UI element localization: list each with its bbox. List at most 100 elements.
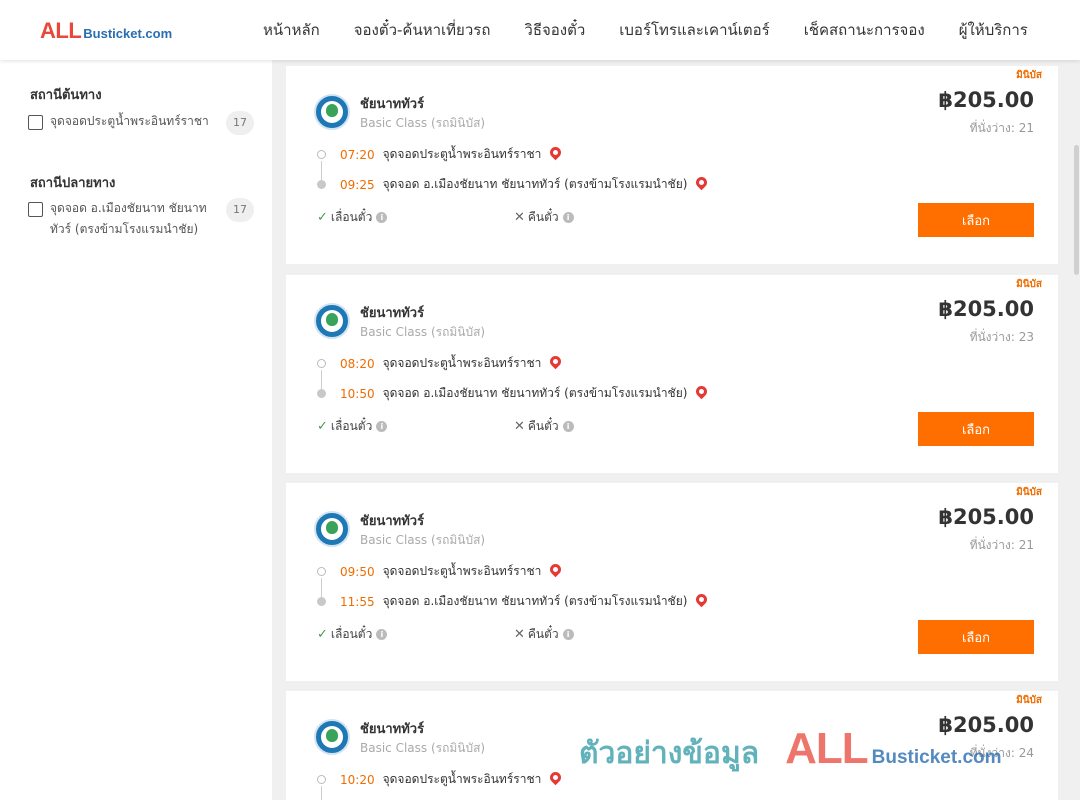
operator-logo-icon — [314, 94, 350, 130]
postpone-label: เลื่อนตั๋ว — [330, 419, 373, 433]
departure-stop: จุดจอดประตูน้ำพระอินทร์ราชา — [382, 147, 542, 161]
bus-class: Basic Class (รถมินิบัส) — [360, 741, 486, 755]
arrival-row: 09:25 จุดจอด อ.เมืองชัยนาท ชัยนาททัวร์ (… — [340, 174, 710, 194]
check-icon: ✓ — [317, 419, 328, 434]
destination-checkbox[interactable] — [28, 202, 43, 217]
logo-domain-text: Busticket.com — [83, 26, 173, 41]
refund-label: คืนตั๋ว — [527, 627, 559, 641]
trip-card: มินิบัส ชัยนาททัวร์ Basic Class (รถมินิบ… — [286, 483, 1058, 681]
refund-feature: ✕ คืนตั๋ว i — [514, 208, 574, 227]
scrollbar-thumb[interactable] — [1074, 145, 1079, 275]
refund-label: คืนตั๋ว — [527, 419, 559, 433]
map-pin-icon[interactable] — [694, 591, 710, 608]
nav-contact-counters[interactable]: เบอร์โทรและเคาน์เตอร์ — [602, 18, 786, 42]
seats-available: ที่นั่งว่าง: 21 — [969, 121, 1034, 135]
origin-filter-option[interactable]: จุดจอดประตูน้ำพระอินทร์ราชา 17 — [28, 111, 254, 135]
info-icon[interactable]: i — [376, 212, 388, 223]
departure-time: 07:20 — [340, 147, 375, 162]
departure-stop: จุดจอดประตูน้ำพระอินทร์ราชา — [382, 356, 542, 370]
arrival-time: 09:25 — [340, 177, 375, 192]
trip-price: ฿205.00 — [938, 505, 1034, 529]
cross-icon: ✕ — [514, 210, 525, 225]
arrival-dot-icon — [317, 389, 326, 398]
departure-dot-icon — [317, 150, 326, 159]
map-pin-icon[interactable] — [548, 353, 564, 370]
route-line — [321, 786, 322, 800]
operator-logo-icon — [314, 719, 350, 755]
nav-how-to-book[interactable]: วิธีจองตั๋ว — [507, 18, 602, 42]
map-pin-icon[interactable] — [548, 144, 564, 161]
info-icon[interactable]: i — [562, 212, 574, 223]
bus-class: Basic Class (รถมินิบัส) — [360, 533, 486, 547]
trip-card: มินิบัส ชัยนาททัวร์ Basic Class (รถมินิบ… — [286, 275, 1058, 473]
bus-class: Basic Class (รถมินิบัส) — [360, 325, 486, 339]
info-icon[interactable]: i — [562, 629, 574, 640]
destination-filter-title: สถานีปลายทาง — [30, 176, 116, 191]
nav-home[interactable]: หน้าหลัก — [246, 18, 337, 42]
minibus-tag: มินิบัส — [1016, 487, 1042, 498]
check-icon: ✓ — [317, 627, 328, 642]
filter-sidebar: สถานีต้นทาง จุดจอดประตูน้ำพระอินทร์ราชา … — [0, 60, 272, 800]
operator-logo-icon — [314, 303, 350, 339]
postpone-feature: ✓ เลื่อนตั๋ว i — [317, 625, 388, 644]
select-trip-button[interactable]: เลือก — [918, 412, 1034, 446]
map-pin-icon[interactable] — [548, 561, 564, 578]
arrival-time: 11:55 — [340, 594, 375, 609]
check-icon: ✓ — [317, 210, 328, 225]
site-logo[interactable]: ALL Busticket.com — [40, 18, 172, 44]
departure-time: 10:20 — [340, 772, 375, 787]
arrival-row: 11:55 จุดจอด อ.เมืองชัยนาท ชัยนาททัวร์ (… — [340, 591, 710, 611]
departure-dot-icon — [317, 567, 326, 576]
departure-stop: จุดจอดประตูน้ำพระอินทร์ราชา — [382, 564, 542, 578]
arrival-stop: จุดจอด อ.เมืองชัยนาท ชัยนาททัวร์ (ตรงข้า… — [382, 177, 688, 191]
postpone-feature: ✓ เลื่อนตั๋ว i — [317, 208, 388, 227]
arrival-dot-icon — [317, 180, 326, 189]
nav-book-search[interactable]: จองตั๋ว-ค้นหาเที่ยวรถ — [337, 18, 508, 42]
operator-name: ชัยนาททัวร์ — [360, 514, 425, 529]
arrival-stop: จุดจอด อ.เมืองชัยนาท ชัยนาททัวร์ (ตรงข้า… — [382, 594, 688, 608]
operator-name: ชัยนาททัวร์ — [360, 722, 425, 737]
origin-count-badge: 17 — [226, 111, 254, 135]
map-pin-icon[interactable] — [694, 174, 710, 191]
nav-operators[interactable]: ผู้ให้บริการ — [942, 18, 1045, 42]
departure-row: 08:20 จุดจอดประตูน้ำพระอินทร์ราชา — [340, 353, 564, 373]
trip-price: ฿205.00 — [938, 713, 1034, 737]
destination-option-label: จุดจอด อ.เมืองชัยนาท ชัยนาททัวร์ (ตรงข้า… — [50, 201, 207, 236]
info-icon[interactable]: i — [562, 421, 574, 432]
map-pin-icon[interactable] — [694, 383, 710, 400]
departure-row: 10:20 จุดจอดประตูน้ำพระอินทร์ราชา — [340, 769, 564, 789]
trip-card: มินิบัส ชัยนาททัวร์ Basic Class (รถมินิบ… — [286, 691, 1058, 800]
refund-label: คืนตั๋ว — [527, 210, 559, 224]
refund-feature: ✕ คืนตั๋ว i — [514, 417, 574, 436]
minibus-tag: มินิบัส — [1016, 695, 1042, 706]
trip-price: ฿205.00 — [938, 88, 1034, 112]
cross-icon: ✕ — [514, 627, 525, 642]
departure-row: 09:50 จุดจอดประตูน้ำพระอินทร์ราชา — [340, 561, 564, 581]
select-trip-button[interactable]: เลือก — [918, 620, 1034, 654]
postpone-label: เลื่อนตั๋ว — [330, 627, 373, 641]
departure-dot-icon — [317, 775, 326, 784]
select-trip-button[interactable]: เลือก — [918, 203, 1034, 237]
origin-option-label: จุดจอดประตูน้ำพระอินทร์ราชา — [50, 114, 209, 128]
trip-price: ฿205.00 — [938, 297, 1034, 321]
main-nav: หน้าหลัก จองตั๋ว-ค้นหาเที่ยวรถ วิธีจองตั… — [246, 0, 1045, 60]
arrival-dot-icon — [317, 597, 326, 606]
operator-name: ชัยนาททัวร์ — [360, 97, 425, 112]
postpone-label: เลื่อนตั๋ว — [330, 210, 373, 224]
departure-stop: จุดจอดประตูน้ำพระอินทร์ราชา — [382, 772, 542, 786]
arrival-stop: จุดจอด อ.เมืองชัยนาท ชัยนาททัวร์ (ตรงข้า… — [382, 386, 688, 400]
origin-checkbox[interactable] — [28, 115, 43, 130]
arrival-row: 10:50 จุดจอด อ.เมืองชัยนาท ชัยนาททัวร์ (… — [340, 383, 710, 403]
postpone-feature: ✓ เลื่อนตั๋ว i — [317, 417, 388, 436]
departure-dot-icon — [317, 359, 326, 368]
nav-check-booking[interactable]: เช็คสถานะการจอง — [787, 18, 942, 42]
refund-feature: ✕ คืนตั๋ว i — [514, 625, 574, 644]
info-icon[interactable]: i — [376, 629, 388, 640]
info-icon[interactable]: i — [376, 421, 388, 432]
map-pin-icon[interactable] — [548, 769, 564, 786]
departure-time: 09:50 — [340, 564, 375, 579]
seats-available: ที่นั่งว่าง: 23 — [969, 330, 1034, 344]
destination-filter-option[interactable]: จุดจอด อ.เมืองชัยนาท ชัยนาททัวร์ (ตรงข้า… — [28, 198, 254, 240]
arrival-time: 10:50 — [340, 386, 375, 401]
departure-time: 08:20 — [340, 356, 375, 371]
